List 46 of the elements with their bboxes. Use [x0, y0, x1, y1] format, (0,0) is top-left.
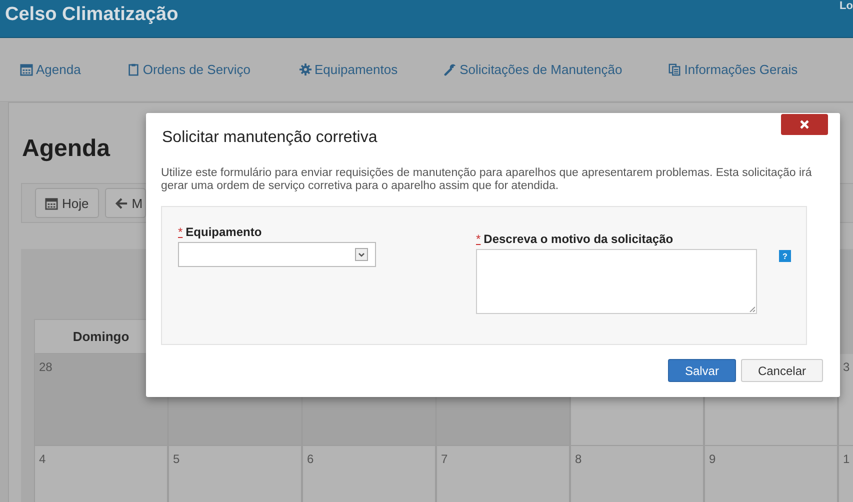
day-number: 4: [39, 452, 46, 466]
calendar-icon: [45, 196, 58, 210]
app-title: Celso Climatização: [4, 3, 180, 27]
toolbar-button[interactable]: Hoje: [35, 188, 99, 218]
day-cell[interactable]: 5: [168, 446, 302, 502]
cancel-button[interactable]: Cancelar: [740, 359, 823, 382]
wrench-icon: [444, 63, 457, 76]
help-button[interactable]: ?: [779, 250, 791, 262]
day-number: 28: [39, 360, 52, 374]
field-label: * Descreva o motivo da solicitação: [476, 232, 674, 246]
user-link[interactable]: Lo: [840, 0, 853, 12]
day-cell[interactable]: 8: [570, 446, 704, 502]
nav-link[interactable]: Ordens de Serviço: [126, 62, 250, 77]
dialog-title: Solicitar manutenção corretiva: [162, 129, 378, 147]
day-number: 3: [843, 360, 850, 374]
day-number: 6: [307, 452, 314, 466]
day-number: 8: [575, 452, 582, 466]
page-title: Agenda: [22, 134, 110, 164]
arrow-left-icon: [114, 196, 128, 210]
nav-link[interactable]: Solicitações de Manutenção: [444, 62, 622, 77]
nav-link[interactable]: Agenda: [20, 62, 81, 77]
field-label: * Equipamento: [178, 225, 263, 239]
day-cell[interactable]: 28: [34, 354, 168, 446]
nav-link[interactable]: Informações Gerais: [668, 62, 798, 77]
caret-icon: [355, 248, 368, 261]
copy-icon: [668, 63, 682, 76]
day-cell[interactable]: 4: [34, 446, 168, 502]
clipboard-icon: [126, 63, 140, 76]
day-number: 1: [843, 452, 850, 466]
day-number: 5: [173, 452, 180, 466]
day-cell[interactable]: 3: [838, 354, 853, 446]
resize-grip-icon[interactable]: [749, 306, 755, 312]
toolbar-button[interactable]: M: [104, 188, 146, 218]
nav-link[interactable]: Equipamentos: [298, 62, 398, 77]
day-cell[interactable]: 7: [436, 446, 570, 502]
day-cell[interactable]: 1: [838, 446, 853, 502]
day-number: 9: [709, 452, 716, 466]
day-cell[interactable]: 9: [704, 446, 838, 502]
settings-icon: [298, 63, 312, 76]
save-button[interactable]: Salvar: [668, 359, 736, 382]
calendar-icon: [20, 63, 33, 76]
close-icon: [800, 120, 809, 129]
day-cell[interactable]: 6: [302, 446, 436, 502]
close-button[interactable]: [781, 114, 828, 135]
day-number: 7: [441, 452, 448, 466]
dialog-description: Utilize este formulário para enviar requisições de manutenção para aparelhos que apresentarem problemas. Esta solicitação irá gerar uma ordem de serviço corretiva para o aparelho assim que for atendida.: [161, 167, 813, 193]
